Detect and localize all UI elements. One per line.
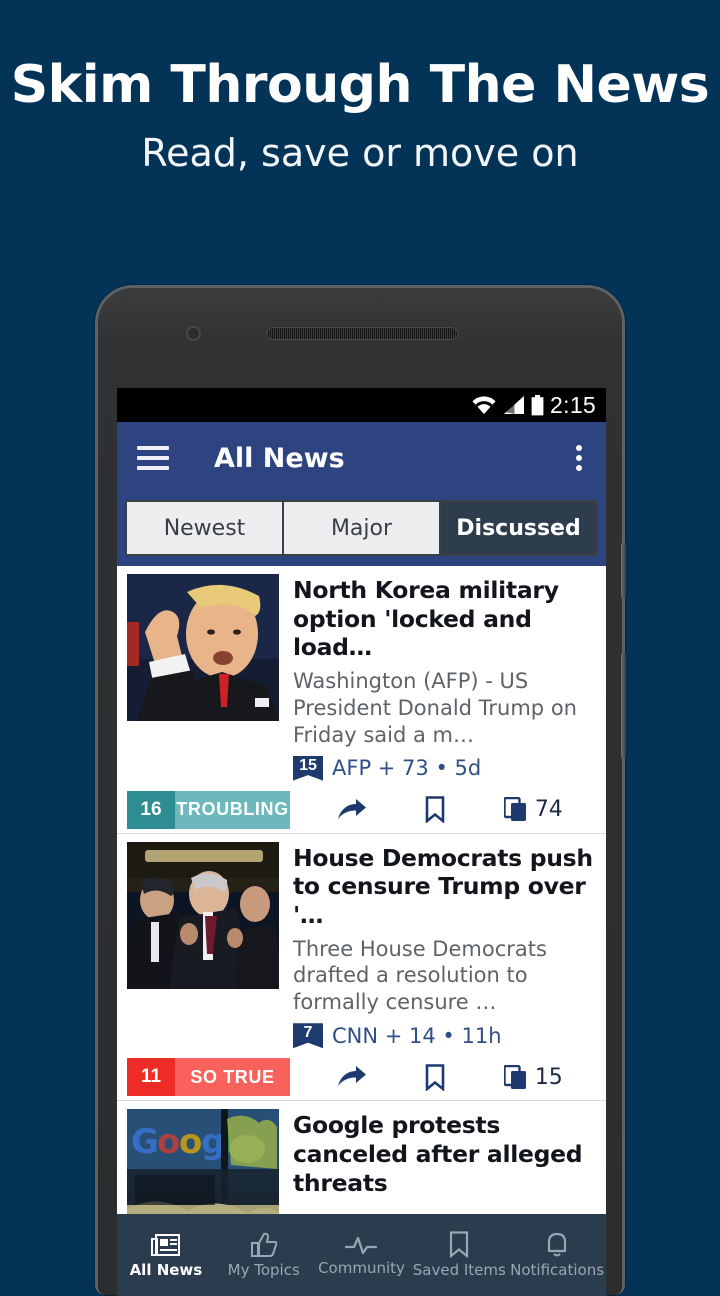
bookmark-icon xyxy=(426,1063,445,1091)
wifi-icon xyxy=(472,396,496,414)
article-snippet: Washington (AFP) - US President Donald T… xyxy=(293,668,577,747)
comments-button[interactable]: 15 xyxy=(503,1064,563,1090)
card-action-row: 11 SO TRUE 15 xyxy=(117,1054,606,1100)
nav-item-my-topics[interactable]: My Topics xyxy=(215,1232,313,1279)
reaction-label: SO TRUE xyxy=(175,1058,290,1097)
save-button[interactable] xyxy=(425,1063,445,1091)
card-content: House Democrats push to censure Trump ov… xyxy=(117,841,606,1049)
share-arrow-icon xyxy=(338,1066,367,1087)
source-count-badge: 15 xyxy=(293,755,323,781)
articles-stack-icon xyxy=(503,1064,526,1089)
app-bar: All News xyxy=(117,422,606,494)
promo-banner: Skim Through The News Read, save or move… xyxy=(0,0,720,260)
card-icon-actions: 74 xyxy=(290,796,592,824)
tab-newest[interactable]: Newest xyxy=(127,502,284,554)
article-headline: Google protests canceled after alleged t… xyxy=(293,1111,583,1197)
source-count-badge: 7 xyxy=(293,1023,323,1049)
reaction-badge[interactable]: 16 TROUBLING xyxy=(127,790,290,829)
front-camera-icon xyxy=(186,326,201,341)
share-button[interactable] xyxy=(337,798,367,822)
battery-icon xyxy=(531,394,544,415)
news-card[interactable]: House Democrats push to censure Trump ov… xyxy=(117,833,606,1102)
card-icon-actions: 15 xyxy=(290,1063,592,1091)
reaction-badge[interactable]: 11 SO TRUE xyxy=(127,1058,290,1097)
bell-icon xyxy=(547,1232,567,1256)
hamburger-icon[interactable] xyxy=(137,446,169,470)
article-source-line: 7 CNN + 14 • 11h xyxy=(293,1023,596,1049)
article-snippet: Three House Democrats drafted a resoluti… xyxy=(293,936,547,1015)
article-headline: House Democrats push to censure Trump ov… xyxy=(293,843,593,929)
earpiece-speaker xyxy=(266,327,458,340)
bookmark-icon xyxy=(426,796,445,824)
page-title: All News xyxy=(214,442,345,474)
tab-strip-container: Newest Major Discussed xyxy=(117,494,606,566)
nav-item-community[interactable]: Community xyxy=(313,1234,411,1277)
thumbs-up-icon xyxy=(250,1232,278,1257)
bookmark-icon xyxy=(450,1231,469,1258)
reaction-label: TROUBLING xyxy=(175,790,290,829)
articles-stack-icon xyxy=(503,797,526,822)
news-card[interactable]: North Korea military option 'locked and … xyxy=(117,566,606,834)
tab-discussed[interactable]: Discussed xyxy=(441,502,596,554)
article-source-line: 15 AFP + 73 • 5d xyxy=(293,755,596,781)
article-headline: North Korea military option 'locked and … xyxy=(293,576,559,662)
bottom-navigation: All News My Topics Community Saved Items… xyxy=(117,1214,606,1296)
more-vertical-icon[interactable] xyxy=(576,445,582,471)
reaction-count: 11 xyxy=(127,1058,175,1097)
power-button[interactable] xyxy=(621,543,626,598)
news-feed: North Korea military option 'locked and … xyxy=(117,566,606,1296)
card-text-block: House Democrats push to censure Trump ov… xyxy=(279,842,596,1049)
phone-screen: 2:15 All News Newest Major Discussed Nor… xyxy=(117,388,606,1296)
article-thumbnail xyxy=(127,574,279,721)
comments-button[interactable]: 74 xyxy=(503,797,563,823)
status-bar: 2:15 xyxy=(117,388,606,422)
card-text-block: North Korea military option 'locked and … xyxy=(279,574,596,781)
tab-major[interactable]: Major xyxy=(284,502,441,554)
phone-device-frame: 2:15 All News Newest Major Discussed Nor… xyxy=(95,285,626,1296)
nav-label: Community xyxy=(318,1258,405,1277)
reaction-count: 16 xyxy=(127,790,175,829)
signal-icon xyxy=(504,396,525,414)
article-thumbnail xyxy=(127,841,279,989)
card-content: North Korea military option 'locked and … xyxy=(117,574,606,781)
volume-button[interactable] xyxy=(621,653,626,758)
promo-subtitle: Read, save or move on xyxy=(141,130,579,175)
card-action-row: 16 TROUBLING 74 xyxy=(117,787,606,833)
status-bar-clock: 2:15 xyxy=(550,391,596,418)
share-button[interactable] xyxy=(337,1065,367,1089)
segmented-tabs: Newest Major Discussed xyxy=(125,500,598,556)
save-button[interactable] xyxy=(425,796,445,824)
comment-count: 15 xyxy=(534,1064,563,1090)
share-arrow-icon xyxy=(338,798,367,819)
pulse-icon xyxy=(345,1236,378,1254)
newspaper-icon xyxy=(150,1233,180,1256)
source-text: CNN + 14 • 11h xyxy=(332,1023,502,1048)
nav-item-saved-items[interactable]: Saved Items xyxy=(410,1231,508,1279)
nav-item-all-news[interactable]: All News xyxy=(117,1232,215,1279)
nav-item-notifications[interactable]: Notifications xyxy=(508,1232,606,1279)
nav-label: Notifications xyxy=(510,1260,605,1279)
nav-label: Saved Items xyxy=(412,1261,506,1279)
promo-title: Skim Through The News xyxy=(10,55,710,115)
nav-label: All News xyxy=(129,1260,203,1279)
nav-label: My Topics xyxy=(227,1260,300,1279)
comment-count: 74 xyxy=(534,797,563,823)
source-text: AFP + 73 • 5d xyxy=(332,756,482,781)
